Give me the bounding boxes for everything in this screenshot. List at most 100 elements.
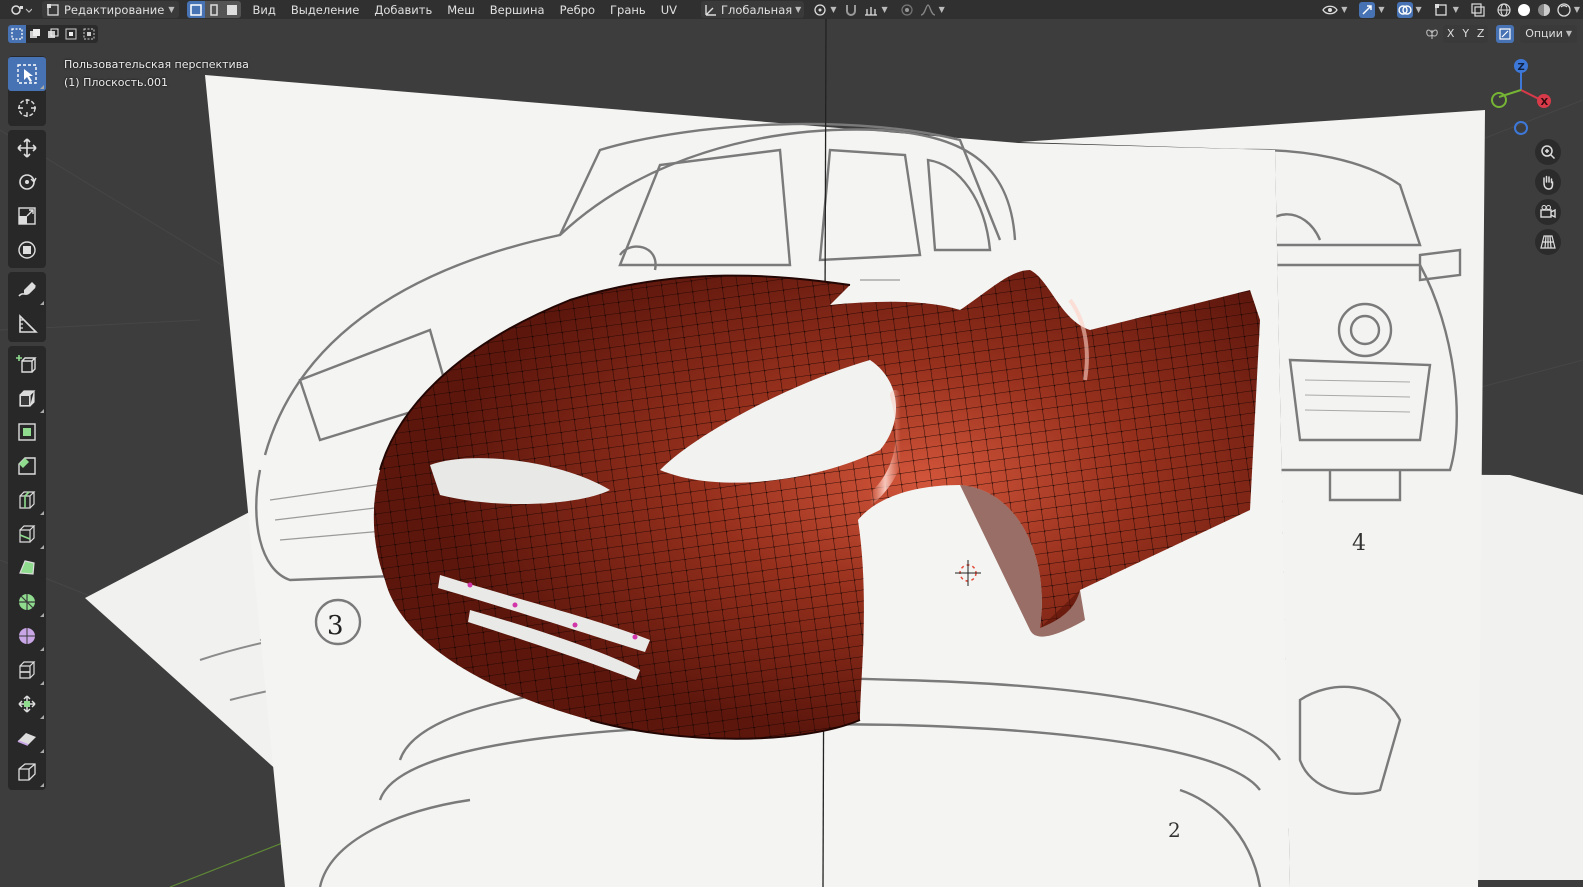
- falloff-dropdown[interactable]: ▼: [917, 1, 948, 18]
- tool-cursor[interactable]: [8, 91, 46, 125]
- chevron-down-icon: ▼: [795, 5, 802, 14]
- viewport-header: Редактирование ▼ Вид Выделение Добавить …: [0, 0, 1583, 19]
- tool-spin[interactable]: [8, 585, 46, 619]
- camera-view-button[interactable]: [1535, 199, 1561, 225]
- vertex-mode-button[interactable]: [186, 1, 205, 18]
- mirror-z-button[interactable]: Z: [1473, 24, 1489, 43]
- editor-type-button[interactable]: [6, 1, 36, 18]
- rip-region-icon: [18, 763, 36, 781]
- pivot-dropdown[interactable]: ▼: [810, 1, 839, 18]
- orientation-dropdown[interactable]: Глобальная ▼: [701, 1, 805, 18]
- menu-mesh[interactable]: Меш: [447, 3, 475, 17]
- gizmo-toggle[interactable]: ▼: [1356, 1, 1387, 18]
- tool-poly-build[interactable]: [8, 551, 46, 585]
- select-new-button[interactable]: [8, 24, 26, 43]
- tool-shear[interactable]: [8, 721, 46, 755]
- shading-solid[interactable]: [1514, 1, 1534, 18]
- menu-vertex[interactable]: Вершина: [490, 3, 545, 17]
- proportional-edit-toggle[interactable]: [897, 1, 917, 18]
- mesh-edit-overlays[interactable]: ▼: [1431, 1, 1462, 18]
- cube-front-icon: [189, 3, 202, 16]
- overlays-toggle[interactable]: ▼: [1394, 1, 1425, 18]
- ortho-toggle-button[interactable]: [1535, 229, 1561, 255]
- auto-merge-toggle[interactable]: [1496, 24, 1515, 43]
- chevron-down-icon: ▼: [168, 5, 175, 14]
- active-object-name: (1) Плоскость.001: [64, 76, 168, 89]
- menu-view[interactable]: Вид: [253, 3, 276, 17]
- svg-text:Z: Z: [1518, 62, 1525, 73]
- shading-material[interactable]: [1534, 1, 1554, 18]
- svg-text:X: X: [1541, 97, 1549, 108]
- menu-uv[interactable]: UV: [661, 3, 677, 17]
- options-dropdown[interactable]: Опции ▼: [1520, 24, 1577, 43]
- select-subtract-button[interactable]: [44, 24, 62, 43]
- tool-move[interactable]: [8, 131, 46, 165]
- select-invert-icon: [65, 28, 77, 39]
- tool-shrink-fatten[interactable]: [8, 687, 46, 721]
- mirror-y-button[interactable]: Y: [1458, 24, 1474, 43]
- loop-cut-icon: [19, 491, 36, 509]
- tool-header: X Y Z Опции ▼: [0, 23, 1583, 44]
- menu-face[interactable]: Грань: [610, 3, 646, 17]
- xray-toggle[interactable]: [1468, 1, 1488, 18]
- ref-number-3: 3: [327, 611, 344, 641]
- menu-select[interactable]: Выделение: [291, 3, 360, 17]
- tool-add-cube[interactable]: [8, 347, 46, 381]
- magnet-icon: [846, 4, 857, 16]
- pan-button[interactable]: [1535, 169, 1561, 195]
- snap-toggle[interactable]: [841, 1, 861, 18]
- mirror-toggle[interactable]: [1423, 25, 1441, 42]
- tool-bevel[interactable]: [8, 449, 46, 483]
- mirror-x-button[interactable]: X: [1443, 24, 1459, 43]
- shading-rendered[interactable]: ▼: [1554, 1, 1583, 18]
- tool-rotate[interactable]: [8, 165, 46, 199]
- select-invert-button[interactable]: [62, 24, 80, 43]
- tool-knife[interactable]: [8, 517, 46, 551]
- select-intersect-button[interactable]: [80, 24, 98, 43]
- inset-icon: [18, 423, 36, 441]
- smooth-icon: [19, 628, 35, 644]
- tool-scale[interactable]: [8, 199, 46, 233]
- select-extend-button[interactable]: [26, 24, 44, 43]
- visibility-dropdown[interactable]: ▼: [1319, 1, 1350, 18]
- eye-icon: [1322, 5, 1338, 14]
- mesh-overlay-icon: [1434, 3, 1447, 16]
- header-menu: Вид Выделение Добавить Меш Вершина Ребро…: [253, 3, 678, 17]
- tool-edge-slide[interactable]: [8, 653, 46, 687]
- select-subtract-icon: [48, 28, 59, 38]
- tool-transform[interactable]: [8, 233, 46, 267]
- chevron-down-icon: ▼: [1565, 29, 1572, 38]
- tool-annotate[interactable]: [8, 273, 46, 307]
- tool-loop-cut[interactable]: [8, 483, 46, 517]
- tool-extrude[interactable]: [8, 381, 46, 415]
- editor-type-icon: [11, 4, 32, 15]
- tool-group-annotate: [8, 272, 46, 342]
- mode-dropdown[interactable]: Редактирование ▼: [42, 1, 179, 18]
- ortho-grid-icon: [1540, 235, 1556, 249]
- menu-add[interactable]: Добавить: [374, 3, 432, 17]
- zoom-button[interactable]: [1535, 139, 1561, 165]
- 3d-viewport[interactable]: 4 3 2 Z X: [0, 0, 1583, 887]
- gizmo-y-axis[interactable]: [1491, 92, 1507, 108]
- tool-smooth[interactable]: [8, 619, 46, 653]
- tool-measure[interactable]: [8, 307, 46, 341]
- menu-edge[interactable]: Ребро: [560, 3, 595, 17]
- navigation-gizmo[interactable]: Z X: [1491, 59, 1551, 135]
- shading-wireframe[interactable]: [1494, 1, 1514, 18]
- select-box-icon: [17, 64, 37, 84]
- tool-select-box[interactable]: [8, 57, 46, 91]
- transform-icon: [18, 241, 36, 259]
- add-cube-icon: [16, 355, 37, 373]
- tool-rip-region[interactable]: [8, 755, 46, 789]
- extrude-icon: [19, 390, 36, 407]
- bevel-icon: [18, 457, 36, 475]
- face-mode-button[interactable]: [222, 1, 241, 18]
- view-name: Пользовательская перспектива: [64, 58, 249, 71]
- ref-number-2: 2: [1168, 818, 1181, 842]
- rendered-sphere-icon: [1557, 2, 1571, 17]
- edge-mode-button[interactable]: [204, 1, 223, 18]
- tool-inset[interactable]: [8, 415, 46, 449]
- snap-target-dropdown[interactable]: ▼: [861, 1, 890, 18]
- proportional-edit-icon: [901, 3, 913, 16]
- cube-top-icon: [226, 4, 237, 15]
